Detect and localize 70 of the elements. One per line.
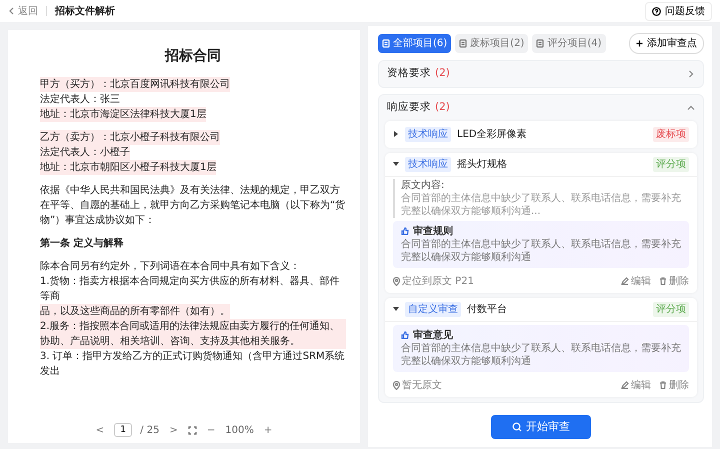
- zoom-in-button[interactable]: +: [262, 422, 274, 438]
- document-text: 3. 订单：指甲方发给乙方的正式订购货物通知（含甲方通过SRM系统发出: [40, 350, 346, 379]
- delete-button[interactable]: 删除: [659, 274, 689, 288]
- rule-title: 审查规则: [413, 224, 453, 238]
- document-text: 2.服务：指按照本合同或适用的法律法规应由卖方履行的任何通知、协助、产品说明、相关培训、咨询、支持及其他相关服务。: [40, 319, 346, 349]
- original-label: 原文内容:: [401, 178, 446, 192]
- locate-link[interactable]: 定位到原文 P21: [393, 274, 474, 288]
- type-tag: 自定义审查: [405, 302, 461, 316]
- document-text: 法定代表人：小橙子: [40, 145, 130, 160]
- page-title: 招标文件解析: [55, 4, 115, 18]
- search-icon: [512, 422, 522, 432]
- category-badge: 评分项: [653, 156, 689, 172]
- section-count: (2): [435, 66, 450, 81]
- filter-tab[interactable]: 评分项目(4): [532, 34, 606, 53]
- rule-text: 合同首部的主体信息中缺少了联系人、联系电话信息，需要补充完整以确保双方能够顺利沟通: [401, 342, 681, 368]
- location-pin-icon: [393, 276, 400, 286]
- start-review-button[interactable]: 开始审查: [491, 415, 591, 439]
- section-count: (2): [435, 100, 450, 115]
- section-title: 响应要求: [387, 100, 431, 115]
- document-text: 地址：北京市海淀区法律科技大厦1层: [40, 107, 206, 122]
- document-text: 品，以及这些商品的所有零部件（如有）。: [40, 304, 230, 319]
- plus-icon: [636, 40, 643, 47]
- page-input[interactable]: 1: [114, 423, 132, 437]
- next-page-button[interactable]: >: [167, 422, 180, 438]
- document-text: 1.货物：指卖方根据本合同规定向买方供应的所有材料、器具、部件等商: [40, 274, 341, 304]
- rule-title: 审查意见: [413, 328, 453, 342]
- document-text: 甲方（买方）：北京百度网讯科技有限公司: [40, 77, 230, 92]
- thumbs-up-icon: [401, 227, 409, 235]
- edit-button[interactable]: 编辑: [621, 274, 651, 288]
- document-text: 乙方（卖方）：北京小橙子科技有限公司: [40, 130, 220, 145]
- type-tag: 技术响应: [405, 126, 451, 142]
- feedback-button[interactable]: 问题反馈: [645, 2, 712, 20]
- rule-text: 合同首部的主体信息中缺少了联系人、联系电话信息，需要补充完整以确保双方能够顺利沟通: [401, 238, 681, 264]
- trash-icon: [659, 277, 667, 285]
- section-title: 资格要求: [387, 66, 431, 81]
- item-title: LED全彩屏像素: [457, 128, 527, 142]
- document-icon: [459, 39, 468, 48]
- previous-page-button[interactable]: <: [94, 422, 106, 438]
- filter-tab[interactable]: 废标项目(2): [455, 34, 528, 53]
- thumbs-up-icon: [401, 331, 409, 339]
- document-icon: [536, 39, 544, 48]
- help-icon: [652, 6, 661, 16]
- location-pin-icon: [393, 380, 400, 390]
- category-badge: 评分项: [653, 302, 689, 316]
- document-text: 地址：北京市朝阳区小橙子科技大厦1层: [40, 160, 216, 175]
- delete-button[interactable]: 删除: [659, 378, 689, 392]
- item-title: 摇头灯规格: [457, 158, 507, 172]
- filter-tab[interactable]: 全部项目(6): [378, 34, 452, 53]
- item-title: 付数平台: [467, 302, 507, 316]
- category-badge: 废标项: [653, 126, 689, 142]
- fullscreen-icon: [188, 426, 197, 434]
- type-tag: 技术响应: [405, 156, 451, 172]
- pencil-icon: [621, 277, 629, 285]
- trash-icon: [659, 381, 667, 389]
- document-title: 招标合同: [164, 47, 222, 66]
- chevron-left-icon: [8, 7, 14, 15]
- page-total: / 25: [140, 424, 160, 438]
- document-text: 除本合同另有约定外，下列词语在本合同中具有如下含义：: [40, 260, 300, 274]
- pencil-icon: [621, 381, 629, 389]
- document-icon: [382, 39, 390, 48]
- document-text: 法定代表人：张三: [40, 92, 120, 107]
- zoom-out-button[interactable]: −: [204, 422, 218, 438]
- add-checkpoint-button[interactable]: 添加审查点: [629, 33, 704, 54]
- section-heading: 第一条 定义与解释: [40, 236, 124, 251]
- back-link[interactable]: 返回: [8, 4, 38, 18]
- locate-link[interactable]: 暂无原文: [393, 378, 442, 392]
- zoom-level: 100%: [225, 424, 254, 438]
- document-text: 依据《中华人民共和国民法典》及有关法律、法规的规定，甲乙双方在平等、自愿的基础上，就甲方向乙方采购笔记本电脑（以下称为“货物”）事宜达成协议如下：: [40, 184, 346, 228]
- original-text: 合同首部的主体信息中缺少了联系人、联系电话信息，需要补充完整以确保双方能够顺利沟通...: [401, 192, 682, 218]
- edit-button[interactable]: 编辑: [621, 378, 651, 392]
